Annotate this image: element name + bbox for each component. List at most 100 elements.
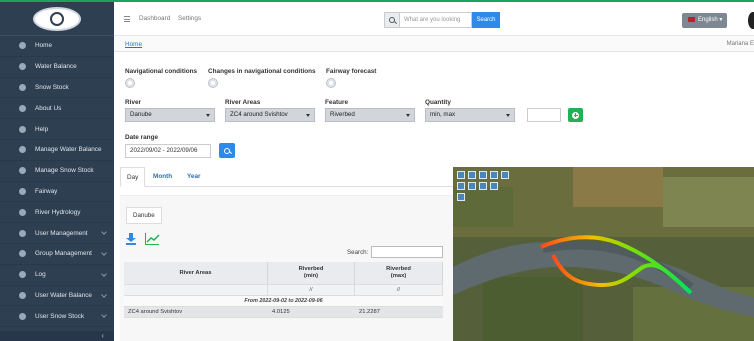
hamburger-menu-icon[interactable] xyxy=(124,16,130,22)
sidebar-item-label: About Us xyxy=(35,104,62,112)
table-row[interactable]: ZC4 around Svishtov 4.0125 21.2287 xyxy=(124,307,443,318)
add-button[interactable] xyxy=(568,108,583,122)
sidebar-item-user-water-balance[interactable]: User Water Balance xyxy=(0,286,114,307)
chevron-down-icon xyxy=(101,250,107,256)
cell-riverbed-max: 21.2287 xyxy=(359,309,380,315)
chevron-down-icon xyxy=(101,312,107,319)
quantity-label: Quantity xyxy=(425,99,451,106)
sidebar-item-log[interactable]: Log xyxy=(0,265,114,286)
table-search-input[interactable] xyxy=(371,246,443,258)
sidebar-item-label: Snow Stock xyxy=(35,83,69,91)
tab-year[interactable]: Year xyxy=(181,167,207,187)
language-selector[interactable]: English ▾ xyxy=(682,13,727,28)
draw-circle-icon[interactable] xyxy=(501,171,509,179)
sidebar-item-user-management[interactable]: User Management xyxy=(0,223,114,244)
sidebar-item-icon xyxy=(19,104,26,112)
plus-icon xyxy=(572,111,579,119)
chevron-down-icon xyxy=(406,114,410,117)
feature-value: Riverbed xyxy=(330,111,355,118)
layers-icon[interactable] xyxy=(457,193,465,201)
toggle-label-changes: Changes in navigational conditions xyxy=(208,68,316,75)
river-areas-select[interactable]: ZC4 around Svishtov xyxy=(225,108,315,122)
sidebar-item-label: Help xyxy=(35,125,49,133)
top-link-settings[interactable]: Settings xyxy=(178,15,201,22)
breadcrumb-home-link[interactable]: Home xyxy=(125,41,142,48)
toggle-fairway-forecast[interactable] xyxy=(326,78,336,88)
search-button[interactable]: Search xyxy=(472,12,500,28)
sidebar-item-label: Log xyxy=(35,271,46,279)
toggle-label-fairway-forecast: Fairway forecast xyxy=(326,68,377,75)
results-table: River Areas Riverbed (min) Riverbed (max… xyxy=(124,262,443,318)
sidebar-item-user-snow-stock[interactable]: User Snow Stock xyxy=(0,306,114,328)
chart-icon[interactable] xyxy=(145,233,160,245)
toggle-changes[interactable] xyxy=(208,78,218,88)
zoom-in-icon[interactable] xyxy=(457,171,465,179)
column-filter-riverbed-min[interactable]: // xyxy=(268,285,355,295)
logo-emblem-icon xyxy=(50,11,64,26)
draw-line-icon[interactable] xyxy=(468,171,476,179)
sidebar-collapse-button[interactable]: ‹ xyxy=(0,331,114,341)
sidebar-nav: Home Water Balance Snow Stock About Us Help M… xyxy=(0,36,114,328)
logo[interactable] xyxy=(33,6,81,31)
sidebar-item-label: Home xyxy=(35,42,53,50)
tab-month[interactable]: Month xyxy=(147,167,178,187)
draw-rectangle-icon[interactable] xyxy=(490,171,498,179)
column-filter-river-areas[interactable] xyxy=(124,285,268,295)
chevron-down-icon xyxy=(101,291,107,298)
draw-polygon-icon[interactable] xyxy=(479,171,487,179)
draw-marker-icon[interactable] xyxy=(468,182,476,190)
cell-riverbed-min: 4.0125 xyxy=(272,309,290,315)
sidebar: Home Water Balance Snow Stock About Us Help M… xyxy=(0,2,114,341)
map-view[interactable] xyxy=(453,167,754,341)
sidebar-item-label: User Snow Stock xyxy=(35,312,85,320)
sidebar-item-home[interactable]: Home xyxy=(0,36,114,57)
quantity-extra-input[interactable] xyxy=(527,108,561,122)
delete-layers-icon[interactable] xyxy=(490,182,498,190)
column-filter-riverbed-max[interactable]: // xyxy=(355,285,443,295)
date-search-button[interactable] xyxy=(219,143,235,158)
sidebar-item-river-hydrology[interactable]: River Hydrology xyxy=(0,202,114,224)
date-range-label: Date range xyxy=(125,134,159,141)
sidebar-item-icon xyxy=(19,167,26,175)
column-header-river-areas[interactable]: River Areas xyxy=(124,262,268,284)
sidebar-item-icon xyxy=(19,312,26,320)
satellite-map xyxy=(453,167,754,341)
column-header-riverbed-max[interactable]: Riverbed (max) xyxy=(355,262,443,284)
sidebar-item-manage-snow-stock[interactable]: Manage Snow Stock xyxy=(0,161,114,182)
sidebar-item-group-management[interactable]: Group Management xyxy=(0,244,114,265)
sidebar-item-icon xyxy=(19,187,26,195)
breadcrumb-bar: Home Mariana E xyxy=(114,36,754,52)
avatar[interactable] xyxy=(748,12,754,29)
sidebar-item-snow-stock[interactable]: Snow Stock xyxy=(0,78,114,99)
river-tab-danube[interactable]: Danube xyxy=(126,207,162,224)
quantity-select[interactable]: min, max xyxy=(425,108,515,122)
table-search-label: Search: xyxy=(347,249,369,256)
logo-area xyxy=(0,2,114,36)
sidebar-item-about-us[interactable]: About Us xyxy=(0,98,114,120)
sidebar-item-manage-water-balance[interactable]: Manage Water Balance xyxy=(0,140,114,161)
chevron-down-icon xyxy=(206,114,210,117)
top-link-dashboard[interactable]: Dashboard xyxy=(139,15,170,22)
chevron-down-icon xyxy=(306,114,310,117)
sidebar-item-water-balance[interactable]: Water Balance xyxy=(0,57,114,78)
date-range-input[interactable]: 2022/09/02 - 2022/09/06 xyxy=(125,144,211,158)
search-icon xyxy=(224,147,230,154)
quantity-value: min, max xyxy=(430,111,456,118)
column-header-riverbed-min[interactable]: Riverbed (min) xyxy=(268,262,355,284)
sidebar-item-label: Group Management xyxy=(35,250,92,258)
river-value: Danube xyxy=(130,111,152,118)
edit-layers-icon[interactable] xyxy=(479,182,487,190)
sidebar-item-help[interactable]: Help xyxy=(0,119,114,140)
river-select[interactable]: Danube xyxy=(125,108,215,122)
search-input[interactable]: What are you looking xyxy=(400,12,472,28)
toggle-navigational-conditions[interactable] xyxy=(125,78,135,88)
sidebar-item-label: River Hydrology xyxy=(35,208,81,216)
chevron-down-icon xyxy=(101,270,107,277)
sidebar-item-icon xyxy=(19,42,26,50)
feature-select[interactable]: Riverbed xyxy=(325,108,415,122)
tab-day[interactable]: Day xyxy=(120,167,146,187)
sidebar-item-fairway[interactable]: Fairway xyxy=(0,182,114,203)
download-icon[interactable] xyxy=(126,233,136,245)
zoom-out-icon[interactable] xyxy=(457,182,465,190)
feature-label: Feature xyxy=(325,99,349,106)
